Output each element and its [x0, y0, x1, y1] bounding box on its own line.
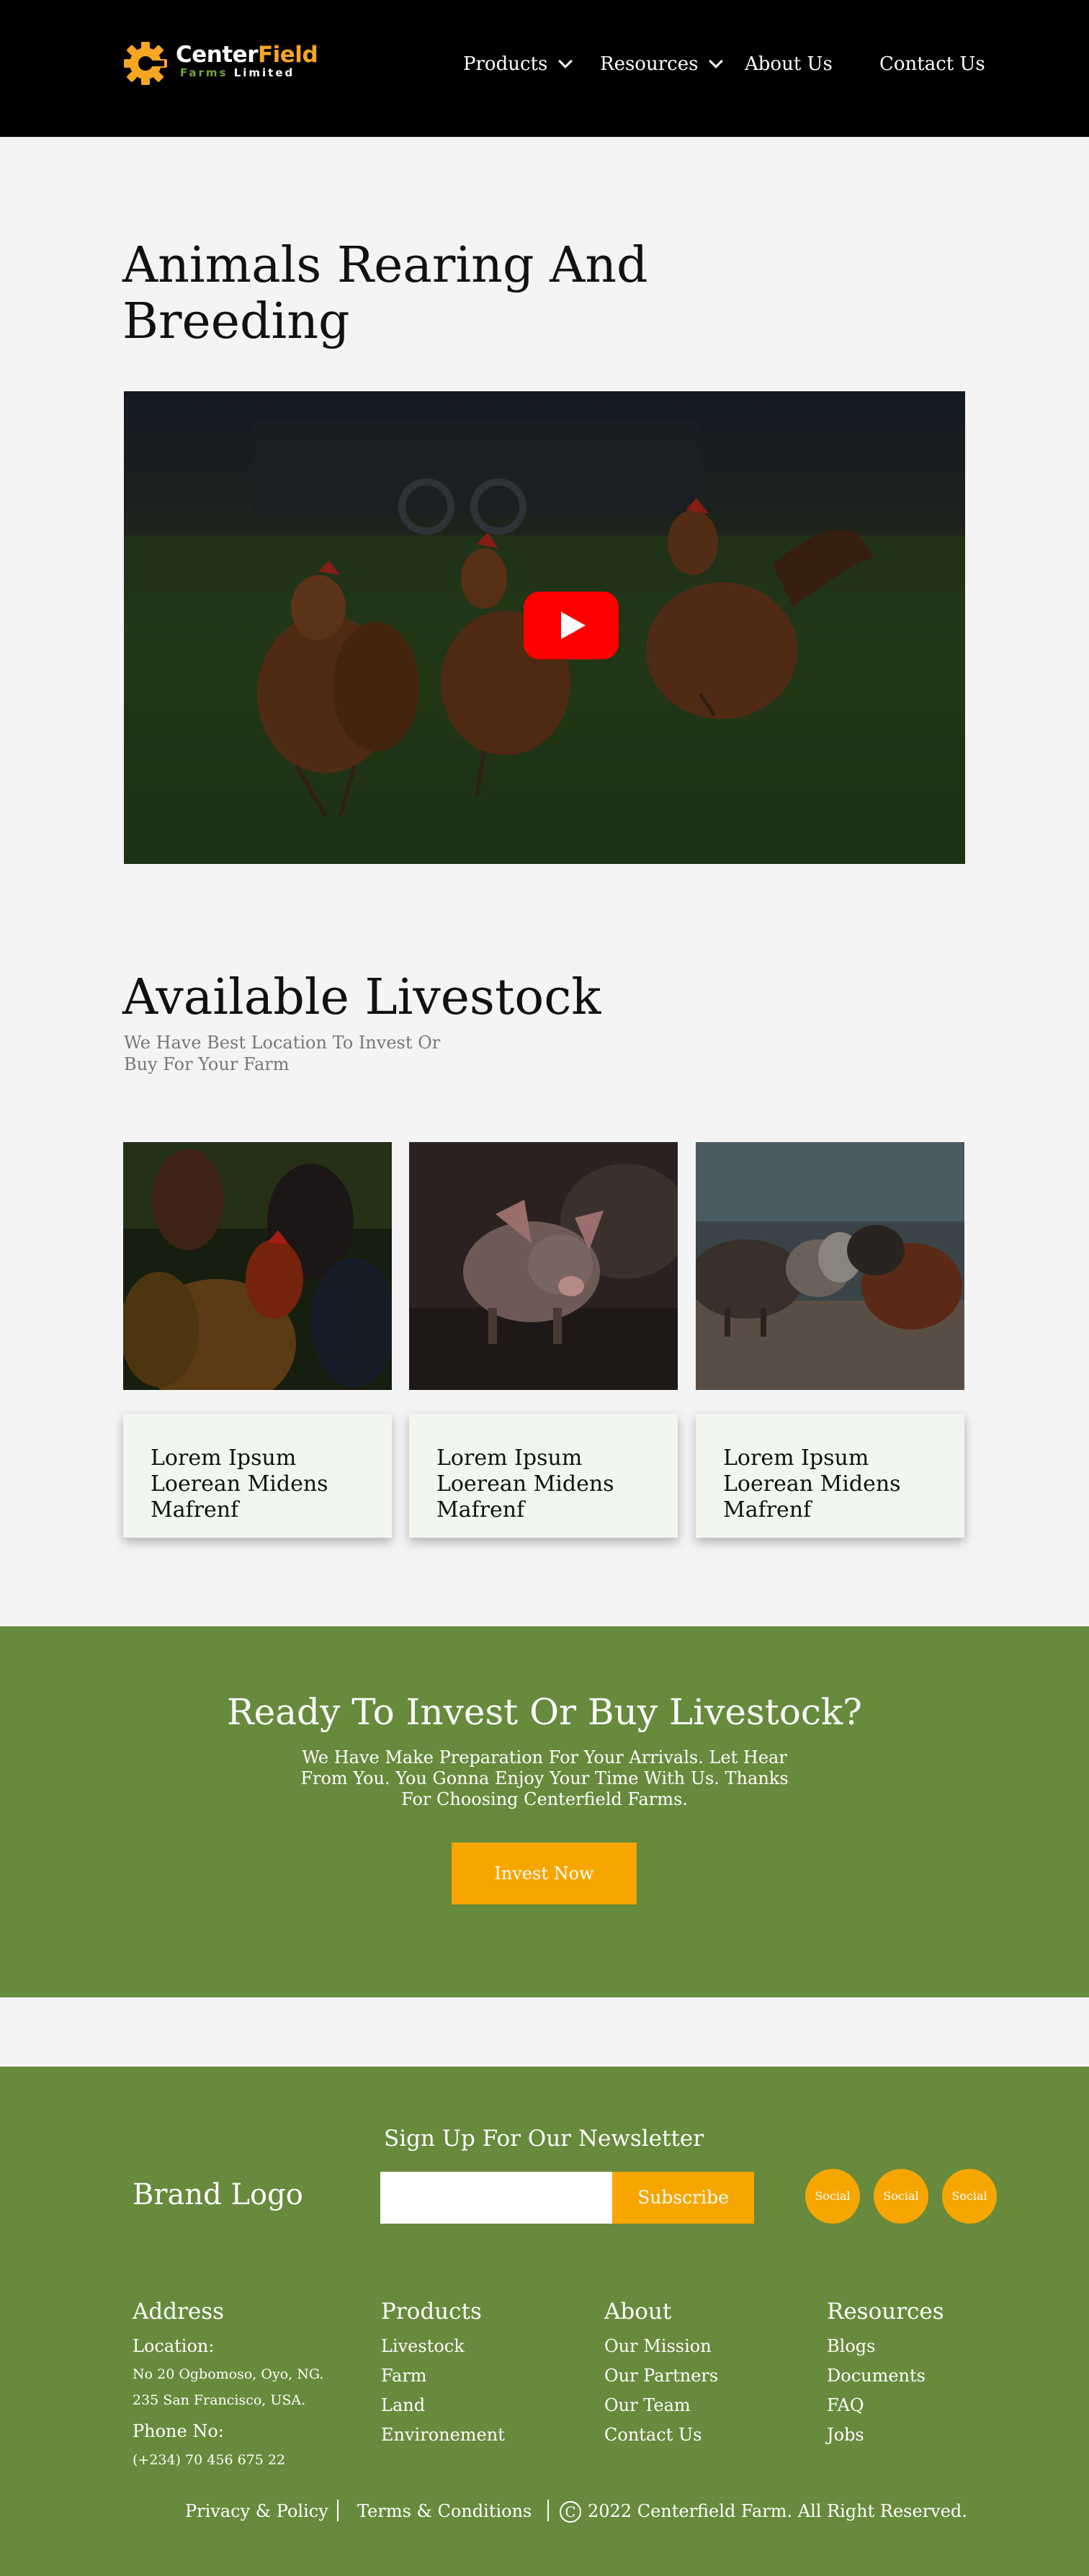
cattle-image — [696, 1142, 964, 1390]
social-link[interactable]: Social — [874, 2169, 928, 2224]
copyright-icon: C — [560, 2501, 581, 2523]
nav-products-label: Products — [463, 53, 548, 75]
cta-title: Ready To Invest Or Buy Livestock? — [227, 1691, 862, 1733]
site-header: CenterField Farms Limited Products Resou… — [0, 0, 1089, 137]
chevron-down-icon — [558, 54, 573, 68]
copyright-text: 2022 Centerfield Farm. All Right Reserve… — [588, 2501, 967, 2521]
footer-link-land[interactable]: Land — [381, 2395, 425, 2415]
footer-link-farm[interactable]: Farm — [381, 2366, 427, 2386]
footer-phone-label: Phone No: — [133, 2421, 224, 2441]
livestock-photo-chickens[interactable] — [123, 1142, 392, 1390]
logo-tagline-white: Limited — [233, 66, 295, 79]
invest-now-button[interactable]: Invest Now — [452, 1842, 637, 1904]
social-link[interactable]: Social — [805, 2169, 860, 2224]
footer-about-title: About — [604, 2299, 672, 2325]
nav-contact-us-label: Contact Us — [879, 53, 985, 75]
footer-link-documents[interactable]: Documents — [827, 2366, 926, 2386]
livestock-card-label: Lorem Ipsum Loerean Midens Mafrenf — [723, 1445, 901, 1523]
divider — [337, 2500, 339, 2521]
footer-brand-logo[interactable]: Brand Logo — [133, 2178, 303, 2211]
footer-link-our-partners[interactable]: Our Partners — [604, 2366, 718, 2386]
site-footer: Brand Logo Sign Up For Our Newsletter Su… — [0, 2067, 1089, 2576]
video-player[interactable] — [124, 391, 965, 864]
social-link[interactable]: Social — [942, 2169, 997, 2224]
nav-resources-label: Resources — [600, 53, 699, 75]
nav-resources[interactable]: Resources — [600, 53, 724, 75]
nav-products[interactable]: Products — [463, 53, 573, 75]
livestock-card[interactable]: Lorem Ipsum Loerean Midens Mafrenf — [409, 1414, 678, 1538]
livestock-card-label: Lorem Ipsum Loerean Midens Mafrenf — [151, 1445, 328, 1523]
section-title-livestock: Available Livestock — [122, 969, 601, 1026]
company-logo[interactable]: CenterField Farms Limited — [122, 35, 318, 92]
footer-link-our-team[interactable]: Our Team — [604, 2395, 691, 2415]
footer-link-our-mission[interactable]: Our Mission — [604, 2336, 712, 2356]
pigs-image — [409, 1142, 678, 1390]
logo-tagline-green: Farms — [180, 66, 228, 79]
footer-link-environement[interactable]: Environement — [381, 2425, 505, 2445]
nav-about-us[interactable]: About Us — [745, 53, 833, 75]
chickens-image — [123, 1142, 392, 1390]
cta-text: We Have Make Preparation For Your Arriva… — [300, 1747, 789, 1809]
footer-phone-number: (+234) 70 456 675 22 — [133, 2452, 286, 2468]
footer-link-jobs[interactable]: Jobs — [827, 2425, 864, 2445]
footer-link-faq[interactable]: FAQ — [827, 2395, 864, 2415]
footer-link-livestock[interactable]: Livestock — [381, 2336, 465, 2356]
section-subtitle-livestock: We Have Best Location To Invest Or Buy F… — [124, 1033, 441, 1074]
footer-resources-title: Resources — [827, 2299, 944, 2325]
logo-tagline: Farms Limited — [180, 66, 295, 79]
chevron-down-icon — [709, 54, 724, 68]
play-icon — [561, 612, 586, 639]
logo-wordmark: CenterField — [176, 42, 318, 68]
gear-logo-icon — [124, 42, 167, 85]
footer-address-line: No 20 Ogbomoso, Oyo, NG. — [133, 2366, 324, 2382]
logo-word-main: Center — [176, 42, 258, 68]
divider — [547, 2500, 549, 2521]
logo-word-accent: Field — [257, 42, 318, 68]
footer-location-label: Location: — [133, 2336, 215, 2356]
nav-contact-us[interactable]: Contact Us — [879, 53, 985, 75]
nav-about-us-label: About Us — [745, 53, 833, 75]
livestock-photo-pigs[interactable] — [409, 1142, 678, 1390]
privacy-policy-link[interactable]: Privacy & Policy — [185, 2501, 328, 2521]
terms-conditions-link[interactable]: Terms & Conditions — [357, 2501, 532, 2521]
livestock-photo-cattle[interactable] — [696, 1142, 964, 1390]
subscribe-button[interactable]: Subscribe — [612, 2172, 754, 2224]
newsletter-email-input[interactable] — [380, 2172, 612, 2224]
footer-link-blogs[interactable]: Blogs — [827, 2336, 875, 2356]
footer-link-contact-us[interactable]: Contact Us — [604, 2425, 702, 2445]
livestock-card[interactable]: Lorem Ipsum Loerean Midens Mafrenf — [696, 1414, 964, 1538]
footer-products-title: Products — [381, 2299, 482, 2325]
youtube-play-button[interactable] — [524, 592, 619, 659]
page-title: Animals Rearing And Breeding — [122, 237, 648, 350]
cta-section: Ready To Invest Or Buy Livestock? We Hav… — [0, 1626, 1089, 1997]
livestock-card[interactable]: Lorem Ipsum Loerean Midens Mafrenf — [123, 1414, 392, 1538]
footer-address-line: 235 San Francisco, USA. — [133, 2392, 306, 2408]
newsletter-title: Sign Up For Our Newsletter — [384, 2126, 704, 2152]
livestock-card-label: Lorem Ipsum Loerean Midens Mafrenf — [436, 1445, 614, 1523]
footer-address-title: Address — [133, 2299, 225, 2325]
